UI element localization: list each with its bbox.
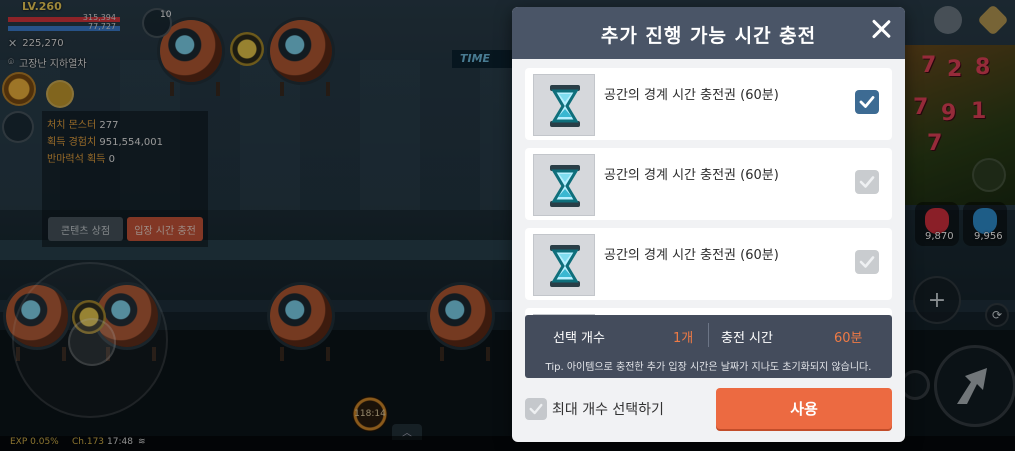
selected-count-label: 선택 개수 [553, 331, 605, 346]
selected-count-value: 1개 [673, 331, 694, 346]
close-icon[interactable] [867, 15, 895, 43]
dialog-title: 추가 진행 가능 시간 충전 [600, 25, 817, 47]
ticket-list[interactable]: 공간의 경계 시간 충전권 (60분) 공간의 경계 시간 충전권 (60분) … [512, 59, 905, 315]
hourglass-icon [550, 85, 580, 127]
hourglass-icon [550, 245, 580, 287]
use-button[interactable]: 사용 [716, 388, 892, 429]
item-icon-frame [533, 74, 595, 136]
max-select-label[interactable]: 최대 개수 선택하기 [552, 399, 664, 419]
checkmark-icon [859, 96, 875, 108]
checkmark-icon [859, 176, 875, 188]
tip-text: Tip. 아이템으로 충전한 추가 입장 시간은 날짜가 지나도 초기화되지 않… [545, 362, 872, 373]
item-icon-frame [533, 234, 595, 296]
ticket-item[interactable]: 공간의 경계 시간 충전권 (60분) [525, 228, 892, 300]
hourglass-icon [550, 165, 580, 207]
ticket-label: 공간의 경계 시간 충전권 (60분) [604, 88, 779, 103]
ticket-item[interactable]: 공간의 경계 시간 충전권 (60분) [525, 68, 892, 140]
item-checkbox-unchecked[interactable] [855, 250, 879, 274]
ticket-item[interactable]: 공간의 경계 시간 충전권 (60분) [525, 148, 892, 220]
charge-time-dialog: 추가 진행 가능 시간 충전 공간의 경계 시간 충전권 (60분) 공간의 경… [512, 7, 905, 442]
charge-time-value: 60분 [834, 331, 863, 346]
item-checkbox-checked[interactable] [855, 90, 879, 114]
ticket-label: 공간의 경계 시간 충전권 (60분) [604, 248, 779, 263]
game-screen: TIME 7 2 8 7 9 1 7 9,870 9,956 + ⟳ LV.26… [0, 0, 1015, 451]
max-select-checkbox[interactable] [525, 398, 547, 420]
checkmark-icon [859, 256, 875, 268]
summary-divider [708, 323, 709, 347]
ticket-item-partial[interactable] [525, 308, 892, 315]
dialog-header: 추가 진행 가능 시간 충전 [512, 7, 905, 59]
checkmark-icon [529, 403, 543, 415]
selection-summary: 선택 개수 1개 충전 시간 60분 Tip. 아이템으로 충전한 추가 입장 … [525, 315, 892, 378]
ticket-label: 공간의 경계 시간 충전권 (60분) [604, 168, 779, 183]
item-checkbox-unchecked[interactable] [855, 170, 879, 194]
item-icon-frame [533, 154, 595, 216]
charge-time-label: 충전 시간 [721, 331, 773, 346]
